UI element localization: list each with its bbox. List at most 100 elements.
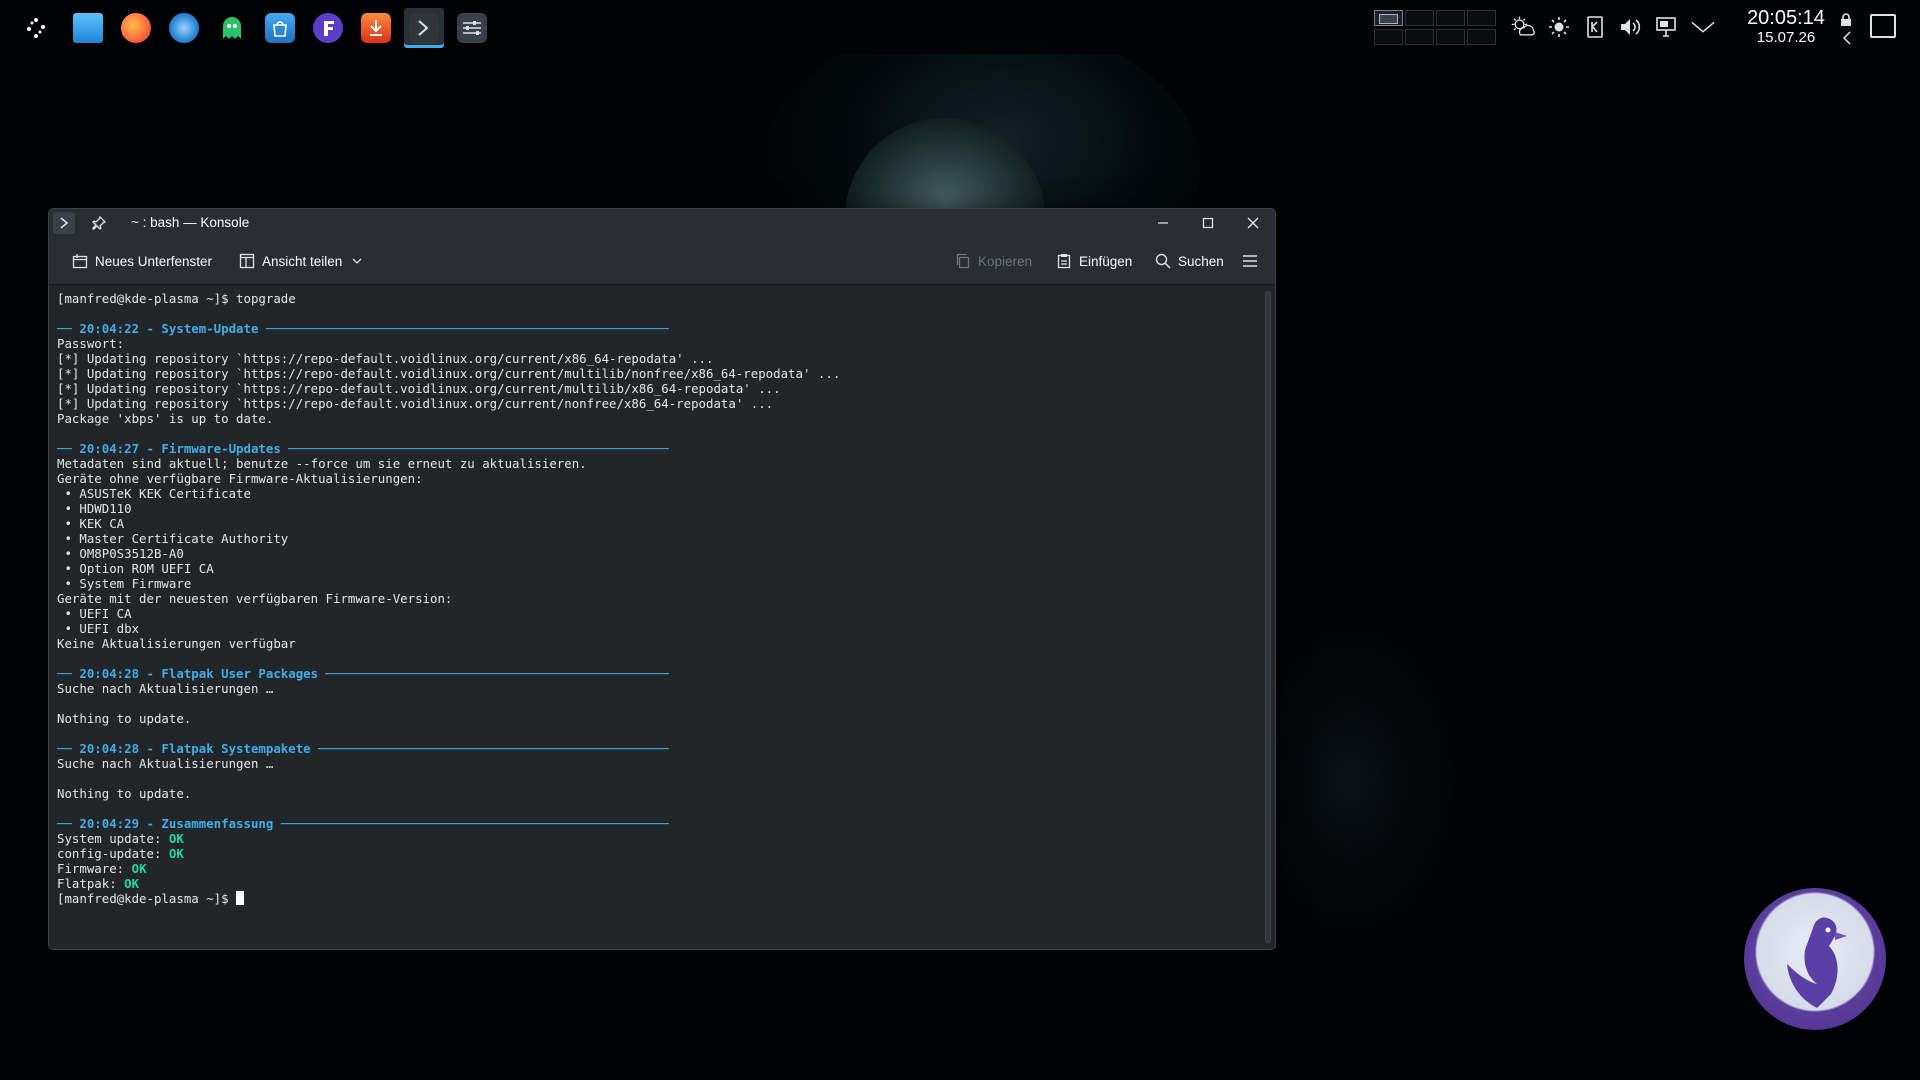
terminal-text: [manfred@kde-plasma ~]$ topgrade (57, 291, 296, 306)
terminal-line: • ASUSTeK KEK Certificate (57, 486, 1259, 501)
network-wired-icon[interactable] (1654, 12, 1680, 42)
konsole-app-icon[interactable] (53, 212, 75, 234)
scrollbar-track[interactable] (1265, 291, 1271, 943)
terminal-line: [*] Updating repository `https://repo-de… (57, 351, 1259, 366)
chevron-left-icon[interactable] (1842, 30, 1852, 49)
terminal-text: • ASUSTeK KEK Certificate (57, 486, 251, 501)
terminal-text: [*] Updating repository `https://repo-de… (57, 351, 714, 366)
terminal-line: Suche nach Aktualisierungen … (57, 681, 1259, 696)
terminal-line: config-update: OK (57, 846, 1259, 861)
taskbar-item[interactable] (116, 8, 156, 48)
paste-label: Einfügen (1079, 253, 1133, 269)
terminal-line: • UEFI CA (57, 606, 1259, 621)
distro-logo-widget (1744, 888, 1886, 1030)
pager-desktop[interactable] (1405, 29, 1434, 45)
status-ok: OK (131, 861, 147, 876)
pager-desktop[interactable] (1467, 29, 1496, 45)
kde-connect-icon[interactable] (1582, 12, 1608, 42)
status-ok: OK (168, 846, 184, 861)
pager-desktop[interactable] (1374, 29, 1403, 45)
filezilla-icon (313, 13, 343, 43)
terminal-line: • Master Certificate Authority (57, 531, 1259, 546)
terminal-text: System update: (57, 831, 169, 846)
status-ok: OK (168, 831, 184, 846)
terminal-text: • UEFI dbx (57, 621, 140, 636)
pager-desktop[interactable] (1436, 10, 1465, 26)
terminal-line: ── 20:04:28 - Flatpak Systempakete ─────… (57, 741, 1259, 756)
close-icon[interactable] (1243, 213, 1263, 233)
new-tab-button[interactable]: Neues Unterfenster (71, 249, 212, 273)
terminal-line: [manfred@kde-plasma ~]$ (57, 891, 1259, 906)
pager-desktop[interactable] (1467, 10, 1496, 26)
search-label: Suchen (1178, 253, 1224, 269)
taskbar-item[interactable] (404, 8, 444, 48)
taskbar-item[interactable] (260, 8, 300, 48)
brightness-icon[interactable] (1546, 12, 1572, 42)
taskbar-item[interactable] (212, 8, 252, 48)
terminal-text: Suche nach Aktualisierungen … (57, 681, 274, 696)
terminal-line: [*] Updating repository `https://repo-de… (57, 366, 1259, 381)
minimize-icon[interactable] (1153, 213, 1173, 233)
video-downloader-icon (361, 13, 391, 43)
taskbar-item[interactable] (452, 8, 492, 48)
terminal-line: ── 20:04:29 - Zusammenfassung ──────────… (57, 816, 1259, 831)
paste-button[interactable]: Einfügen (1055, 249, 1132, 273)
search-button[interactable]: Suchen (1154, 249, 1224, 273)
terminal-line: ── 20:04:28 - Flatpak User Packages ────… (57, 666, 1259, 681)
terminal-line: Geräte ohne verfügbare Firmware-Aktualis… (57, 471, 1259, 486)
terminal-text: Metadaten sind aktuell; benutze --force … (57, 456, 587, 471)
terminal-line: • Option ROM UEFI CA (57, 561, 1259, 576)
maximize-icon[interactable] (1198, 213, 1218, 233)
virtual-desktop-pager[interactable] (1374, 10, 1496, 45)
terminal-text: [*] Updating repository `https://repo-de… (57, 381, 781, 396)
terminal-line: Package 'xbps' is up to date. (57, 411, 1259, 426)
file-manager-icon (73, 13, 103, 43)
top-panel: 20:05:14 15.07.26 (0, 0, 1920, 54)
pin-icon[interactable] (91, 215, 107, 235)
show-desktop-icon[interactable] (1870, 14, 1896, 38)
pager-desktop[interactable] (1436, 29, 1465, 45)
pager-desktop[interactable] (1374, 10, 1403, 26)
split-view-button[interactable]: Ansicht teilen (238, 249, 366, 273)
show-hidden-icons-icon[interactable] (1690, 12, 1716, 42)
terminal-text: • Option ROM UEFI CA (57, 561, 214, 576)
clock-time: 20:05:14 (1747, 7, 1825, 29)
taskbar-item[interactable] (68, 8, 108, 48)
konsole-window: ~ : bash — Konsole Neues Unterfenster An… (48, 208, 1276, 950)
hamburger-menu-button[interactable] (1241, 249, 1259, 273)
terminal-text: [manfred@kde-plasma ~]$ (57, 891, 237, 906)
application-launcher-icon[interactable] (22, 14, 50, 42)
copy-icon (954, 252, 972, 270)
terminal-text: Firmware: (57, 861, 132, 876)
terminal-scrollbar[interactable] (1259, 285, 1275, 949)
split-view-icon (238, 252, 256, 270)
copy-button[interactable]: Kopieren (954, 249, 1032, 273)
terminal-output[interactable]: [manfred@kde-plasma ~]$ topgrade ── 20:04… (49, 285, 1259, 949)
taskbar-item[interactable] (356, 8, 396, 48)
taskbar-item[interactable] (308, 8, 348, 48)
terminal-text: • Master Certificate Authority (57, 531, 289, 546)
weather-icon[interactable] (1510, 12, 1536, 42)
pager-desktop[interactable] (1405, 10, 1434, 26)
system-tray (1510, 12, 1716, 42)
terminal-text: Keine Aktualisierungen verfügbar (57, 636, 296, 651)
terminal-line: [*] Updating repository `https://repo-de… (57, 381, 1259, 396)
thunderbird-icon (169, 13, 199, 43)
terminal-line: System update: OK (57, 831, 1259, 846)
lock-icon[interactable] (1840, 12, 1852, 31)
window-title: ~ : bash — Konsole (131, 215, 250, 230)
terminal-text: Passwort: (57, 336, 125, 351)
volume-icon[interactable] (1618, 12, 1644, 42)
terminal-text: Geräte ohne verfügbare Firmware-Aktualis… (57, 471, 423, 486)
terminal-line: Nothing to update. (57, 711, 1259, 726)
terminal-text: Suche nach Aktualisierungen … (57, 756, 274, 771)
terminal-text: Flatpak: (57, 876, 125, 891)
digital-clock[interactable]: 20:05:14 15.07.26 (1742, 8, 1830, 45)
taskbar-item[interactable] (164, 8, 204, 48)
terminal-text: [*] Updating repository `https://repo-de… (57, 396, 774, 411)
terminal-line: [*] Updating repository `https://repo-de… (57, 396, 1259, 411)
window-titlebar[interactable]: ~ : bash — Konsole (49, 209, 1275, 237)
terminal-text: [*] Updating repository `https://repo-de… (57, 366, 841, 381)
terminal-text: • System Firmware (57, 576, 192, 591)
